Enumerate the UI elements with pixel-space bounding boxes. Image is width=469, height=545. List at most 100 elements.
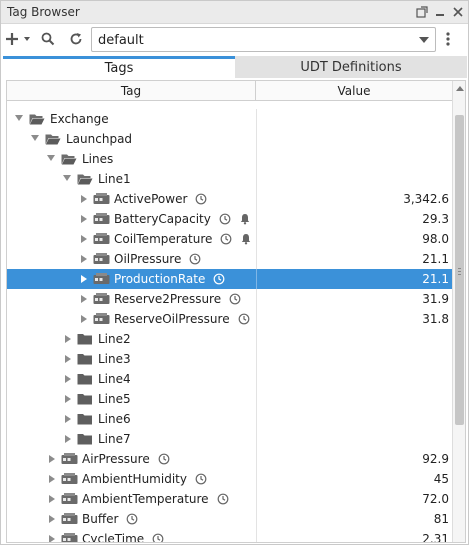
- scrollbar-thumb[interactable]: [455, 115, 464, 425]
- collapse-arrow-icon[interactable]: [31, 135, 39, 141]
- tree-row[interactable]: ActivePower 3,342.6: [7, 189, 452, 209]
- tab-strip: Tags UDT Definitions: [3, 56, 467, 78]
- tag-value: 81: [433, 512, 449, 526]
- expand-arrow-icon[interactable]: [65, 335, 71, 343]
- plus-icon: [6, 33, 30, 45]
- float-panel-icon[interactable]: [414, 4, 430, 20]
- tree-row[interactable]: Lines: [7, 149, 452, 169]
- more-menu-button[interactable]: [441, 28, 455, 50]
- collapse-arrow-icon[interactable]: [47, 155, 55, 161]
- tag-value: 98.0: [422, 232, 449, 246]
- expand-arrow-icon[interactable]: [65, 395, 71, 403]
- vertical-scrollbar[interactable]: [452, 81, 465, 542]
- tag-value: 29.3: [422, 212, 449, 226]
- tag-name: BatteryCapacity: [114, 212, 211, 226]
- tree-row[interactable]: Line4: [7, 369, 452, 389]
- add-tag-button[interactable]: [5, 28, 33, 50]
- expand-arrow-icon[interactable]: [81, 235, 87, 243]
- tag-value: 21.1: [422, 252, 449, 266]
- tree-row[interactable]: ProductionRate 21.1: [7, 269, 452, 289]
- tree-row[interactable]: AmbientTemperature 72.0: [7, 489, 452, 509]
- tag-provider-select[interactable]: default: [91, 27, 436, 52]
- history-clock-icon: [195, 193, 207, 205]
- tag-value: 31.8: [422, 312, 449, 326]
- udt-instance-icon: [61, 472, 78, 486]
- expand-arrow-icon[interactable]: [81, 215, 87, 223]
- folder-icon: [77, 412, 93, 426]
- expand-arrow-icon[interactable]: [81, 295, 87, 303]
- expand-arrow-icon[interactable]: [49, 535, 55, 542]
- folder-open-icon: [29, 112, 45, 126]
- expand-arrow-icon[interactable]: [65, 355, 71, 363]
- tree-row[interactable]: Buffer 81: [7, 509, 452, 529]
- minimize-icon[interactable]: [432, 4, 448, 20]
- udt-instance-icon: [61, 532, 78, 542]
- tree-row[interactable]: Line7: [7, 429, 452, 449]
- expand-arrow-icon[interactable]: [81, 275, 87, 283]
- close-icon[interactable]: [450, 4, 466, 20]
- folder-open-icon: [45, 132, 61, 146]
- history-clock-icon: [219, 213, 231, 225]
- tag-value: 45: [433, 472, 449, 486]
- tree-row[interactable]: Line3: [7, 349, 452, 369]
- column-header-value[interactable]: Value: [256, 81, 452, 101]
- expand-arrow-icon[interactable]: [81, 195, 87, 203]
- expand-arrow-icon[interactable]: [65, 415, 71, 423]
- tag-name: ReserveOilPressure: [114, 312, 230, 326]
- search-button[interactable]: [37, 28, 59, 50]
- tree-row[interactable]: CoilTemperature 98.0: [7, 229, 452, 249]
- history-clock-icon: [220, 233, 232, 245]
- tree-row[interactable]: Line5: [7, 389, 452, 409]
- folder-icon: [77, 332, 93, 346]
- tag-name: CycleTime: [82, 532, 145, 543]
- folder-icon: [77, 372, 93, 386]
- refresh-button[interactable]: [65, 28, 87, 50]
- tree-row[interactable]: Launchpad: [7, 129, 452, 149]
- tree-row[interactable]: Reserve2Pressure 31.9: [7, 289, 452, 309]
- tag-tree-table: Tag Value Exchange Launchpad Lines Line1 Act…: [6, 80, 466, 543]
- history-clock-icon: [126, 513, 138, 525]
- udt-instance-icon: [61, 452, 78, 466]
- tag-name: ProductionRate: [114, 272, 206, 286]
- refresh-icon: [70, 33, 82, 45]
- udt-instance-icon: [61, 512, 78, 526]
- expand-arrow-icon[interactable]: [49, 455, 55, 463]
- expand-arrow-icon[interactable]: [65, 435, 71, 443]
- expand-arrow-icon[interactable]: [49, 495, 55, 503]
- tag-value: 72.0: [422, 492, 449, 506]
- tag-name: Line5: [98, 392, 131, 406]
- tree-row[interactable]: Line2: [7, 329, 452, 349]
- tag-name: Reserve2Pressure: [114, 292, 222, 306]
- tree-row[interactable]: CycleTime 2.31: [7, 529, 452, 543]
- expand-arrow-icon[interactable]: [49, 515, 55, 523]
- expand-arrow-icon[interactable]: [81, 315, 87, 323]
- tag-name: CoilTemperature: [114, 232, 213, 246]
- tag-name: ActivePower: [114, 192, 188, 206]
- tree-row[interactable]: BatteryCapacity 29.3: [7, 209, 452, 229]
- tree-row[interactable]: Exchange: [7, 109, 452, 129]
- history-clock-icon: [229, 293, 241, 305]
- toolbar: default: [1, 24, 468, 54]
- expand-arrow-icon[interactable]: [65, 375, 71, 383]
- tag-name: Launchpad: [66, 132, 133, 146]
- expand-arrow-icon[interactable]: [49, 475, 55, 483]
- tag-value: 92.9: [422, 452, 449, 466]
- tree-row[interactable]: AirPressure 92.9: [7, 449, 452, 469]
- expand-arrow-icon[interactable]: [81, 255, 87, 263]
- column-header-tag[interactable]: Tag: [7, 81, 256, 101]
- tab-tags[interactable]: Tags: [3, 56, 235, 78]
- tree-row[interactable]: ReserveOilPressure 31.8: [7, 309, 452, 329]
- tag-value: 21.1: [422, 272, 449, 286]
- tree-row[interactable]: Line1: [7, 169, 452, 189]
- tag-value: 3,342.6: [403, 192, 449, 206]
- collapse-arrow-icon[interactable]: [15, 115, 23, 121]
- tab-udt-definitions[interactable]: UDT Definitions: [235, 56, 467, 78]
- collapse-arrow-icon[interactable]: [63, 175, 71, 181]
- udt-instance-icon: [93, 192, 110, 206]
- tree-row[interactable]: Line6: [7, 409, 452, 429]
- tree-row[interactable]: OilPressure 21.1: [7, 249, 452, 269]
- tag-name: AmbientHumidity: [82, 472, 187, 486]
- tag-name: Exchange: [50, 112, 109, 126]
- scroll-up-arrow[interactable]: [456, 86, 464, 91]
- tree-row[interactable]: AmbientHumidity 45: [7, 469, 452, 489]
